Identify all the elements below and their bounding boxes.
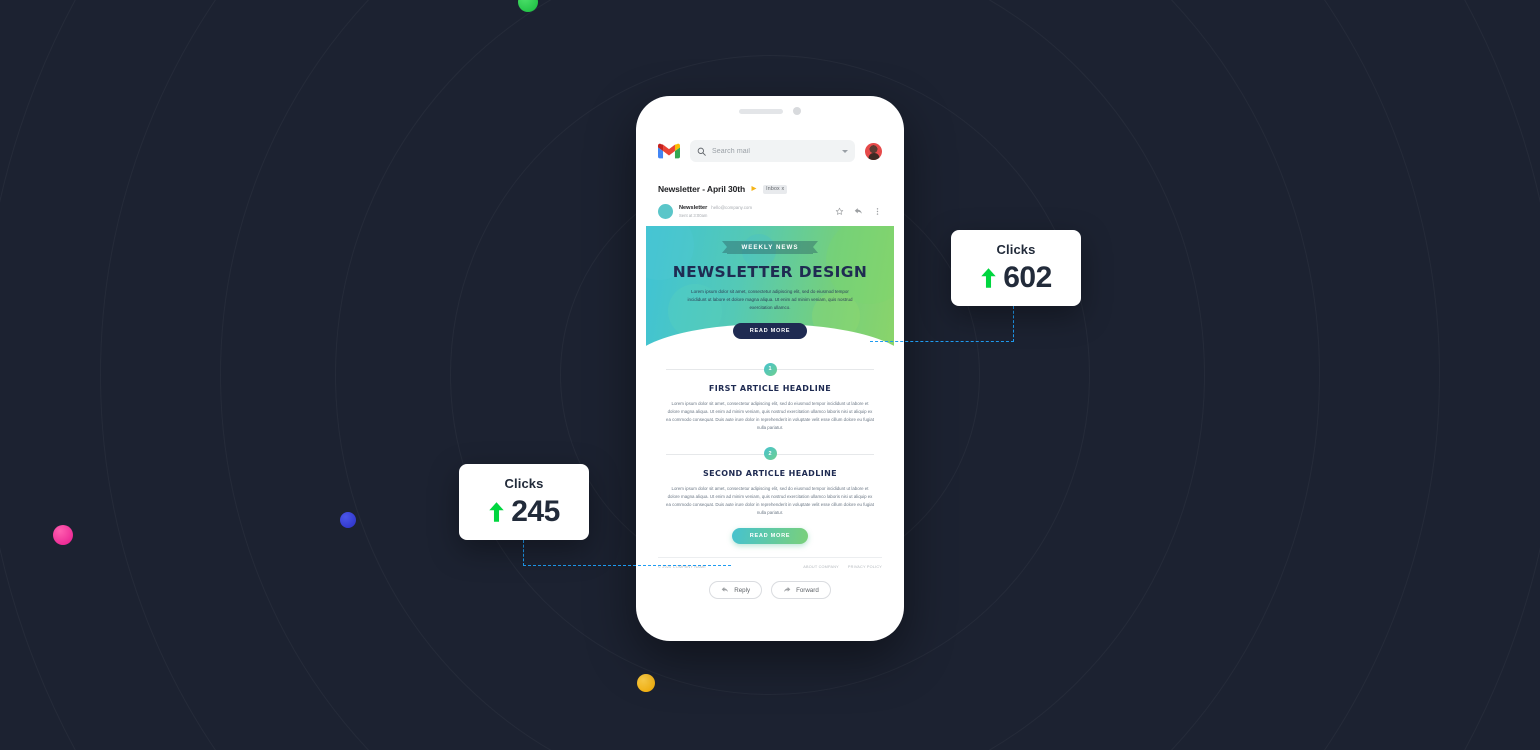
stat-value: 602 — [1003, 260, 1052, 294]
user-avatar[interactable] — [865, 142, 882, 160]
stat-label: Clicks — [996, 241, 1036, 257]
yellow-dot — [637, 674, 655, 692]
article-number-badge: 1 — [763, 362, 777, 376]
footer-copyright: © 2020 COMPANY NAME — [658, 565, 707, 570]
forward-button[interactable]: Forward — [771, 581, 831, 600]
front-camera-icon — [793, 107, 801, 115]
article-number-divider: 1 — [666, 362, 874, 376]
speaker-grille-icon — [739, 108, 783, 114]
article-number-divider: 2 — [666, 447, 874, 461]
pink-dot — [53, 525, 73, 545]
gmail-top-bar: Search mail — [644, 124, 896, 172]
reply-button[interactable]: Reply — [709, 581, 763, 600]
more-vertical-icon[interactable] — [873, 207, 882, 216]
sender-name: Newsletter — [679, 205, 708, 212]
reply-arrow-icon — [721, 587, 729, 593]
banner-read-more-button[interactable]: READ MORE — [732, 322, 808, 339]
arrow-up-icon — [981, 267, 996, 288]
article-body: Lorem ipsum dolor sit amet, consectetur … — [666, 401, 874, 431]
stat-card-clicks-602: Clicks 602 — [951, 230, 1081, 306]
article-body: Lorem ipsum dolor sit amet, consectetur … — [666, 485, 874, 515]
footer-link-privacy[interactable]: PRIVACY POLICY — [848, 565, 882, 569]
connector-line-clicks-602 — [1013, 306, 1014, 342]
phone-mockup: Search mail Newsletter - April 30th Inbo… — [636, 96, 904, 641]
email-subject-row: Newsletter - April 30th Inbox x — [644, 172, 896, 194]
article-read-more-button[interactable]: READ MORE — [731, 528, 809, 545]
gmail-m-logo — [658, 143, 680, 158]
reply-icon[interactable] — [854, 207, 863, 216]
phone-screen: Search mail Newsletter - April 30th Inbo… — [644, 124, 896, 633]
search-input[interactable]: Search mail — [690, 140, 855, 162]
sender-address: hello@company.com — [711, 205, 753, 211]
search-icon — [697, 147, 706, 156]
banner-ribbon-label: WEEKLY NEWS — [722, 241, 818, 254]
blue-dot — [340, 512, 356, 528]
email-sender-row: Newsletter hello@company.com Sent at 3:0… — [644, 194, 896, 226]
sender-avatar — [658, 204, 673, 219]
flag-icon[interactable] — [750, 185, 758, 193]
email-action-icons — [835, 207, 882, 216]
scene-root: Search mail Newsletter - April 30th Inbo… — [0, 0, 1540, 750]
arrow-up-icon — [489, 501, 504, 522]
newsletter-banner: WEEKLY NEWS NEWSLETTER DESIGN Lorem ipsu… — [646, 226, 894, 348]
stat-card-clicks-245: Clicks 245 — [459, 464, 589, 540]
inbox-label-chip[interactable]: Inbox x — [763, 184, 788, 194]
star-icon[interactable] — [835, 207, 844, 216]
stat-value-row: 245 — [488, 494, 560, 528]
email-subject: Newsletter - April 30th — [658, 184, 746, 194]
search-placeholder: Search mail — [712, 147, 751, 155]
reply-button-label: Reply — [734, 586, 751, 594]
chevron-down-icon[interactable] — [842, 149, 848, 153]
stat-label: Clicks — [504, 475, 544, 491]
sender-info: Newsletter hello@company.com Sent at 3:0… — [679, 205, 829, 218]
article-button-row: READ MORE — [666, 528, 874, 545]
article-number-badge: 2 — [763, 447, 777, 461]
connector-line-clicks-245 — [523, 540, 524, 566]
footer-link-about[interactable]: ABOUT COMPANY — [803, 565, 839, 569]
article-title: FIRST ARTICLE HEADLINE — [708, 384, 832, 393]
article-section-1: 1 FIRST ARTICLE HEADLINE Lorem ipsum dol… — [644, 362, 896, 433]
sender-timestamp: Sent at 3:00am — [679, 212, 708, 218]
banner-title: NEWSLETTER DESIGN — [672, 263, 868, 281]
stat-value: 245 — [511, 494, 560, 528]
phone-notch-hardware — [739, 107, 801, 115]
forward-arrow-icon — [784, 587, 791, 593]
article-section-2: 2 SECOND ARTICLE HEADLINE Lorem ipsum do… — [644, 447, 896, 545]
email-reply-bar: Reply Forward — [644, 581, 896, 600]
banner-body-text: Lorem ipsum dolor sit amet, consectetur … — [687, 289, 853, 310]
stat-value-row: 602 — [980, 260, 1052, 294]
article-title: SECOND ARTICLE HEADLINE — [702, 468, 838, 478]
green-dot — [518, 0, 538, 12]
email-footer: © 2020 COMPANY NAME ABOUT COMPANY PRIVAC… — [658, 557, 882, 569]
forward-button-label: Forward — [796, 586, 819, 594]
footer-links: ABOUT COMPANY PRIVACY POLICY — [803, 565, 882, 569]
